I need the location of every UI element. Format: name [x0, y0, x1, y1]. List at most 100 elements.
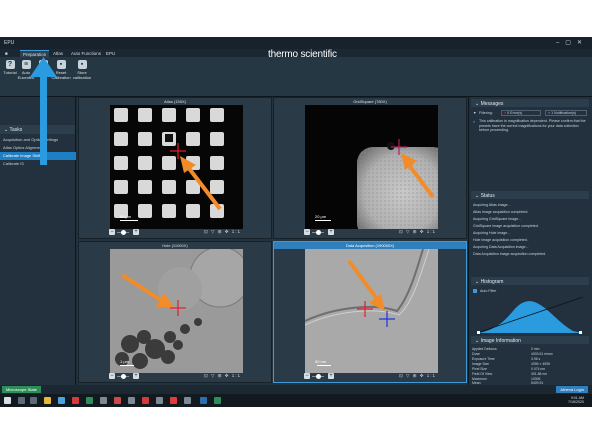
- zoom-in-button[interactable]: +: [328, 373, 334, 379]
- info-value: 0 mm: [531, 347, 540, 351]
- app-icon[interactable]: [142, 397, 149, 404]
- messages-header-label: Messages: [480, 100, 504, 107]
- data-acquisition-image[interactable]: 50 nm: [305, 249, 438, 373]
- tab-atlas[interactable]: Atlas: [50, 50, 66, 57]
- windows-start-icon[interactable]: [4, 397, 11, 404]
- status-line: GridSquare image acquisition completed.: [473, 224, 539, 228]
- scale-label: 1 µm: [120, 359, 129, 364]
- info-value: 301.88 nm: [531, 372, 548, 376]
- app-icon[interactable]: [72, 397, 79, 404]
- hole-image[interactable]: 1 µm: [110, 249, 243, 373]
- viewport-tools[interactable]: ⊡ ▽ ⊞ ✥ 1:1: [399, 229, 436, 235]
- zoom-out-button[interactable]: −: [304, 229, 310, 235]
- viewport-controls: − + ⊡ ▽ ⊞ ✥ 1:1: [304, 229, 436, 236]
- status-line: Atlas image acquisition completed.: [473, 210, 529, 214]
- store-icon: ▪: [77, 60, 87, 69]
- app-icon[interactable]: [184, 397, 191, 404]
- viewport-data-acquisition[interactable]: Data Acquisition (190000X) 50 nm − + ⊡ ▽…: [273, 241, 467, 383]
- atlas-image[interactable]: 50 µm: [110, 105, 243, 229]
- app-icon[interactable]: [156, 397, 163, 404]
- search-icon[interactable]: [18, 397, 25, 404]
- viewport-title: GridSquare (780X): [353, 99, 387, 104]
- viewport-title: Hole (11000X): [162, 243, 188, 248]
- info-label: Image Size: [472, 362, 489, 366]
- epu-window: EPU –▢✕ ■ Preparation Atlas Auto Functio…: [0, 37, 592, 407]
- info-label: Applied Defocus: [472, 347, 497, 351]
- app-icon[interactable]: [200, 397, 207, 404]
- notification-filter-toggle[interactable]: ● 1 Notification(s): [545, 110, 587, 116]
- zoom-out-button[interactable]: −: [304, 373, 310, 379]
- viewport-controls: − + ⊡ ▽ ⊞ ✥ 1:1: [109, 373, 241, 380]
- zoom-slider-knob[interactable]: [316, 230, 321, 235]
- status-header[interactable]: ⌄ Status: [471, 191, 589, 199]
- error-filter-label: 0 Error(s): [507, 111, 523, 115]
- zoom-slider-knob[interactable]: [316, 374, 321, 379]
- zoom-slider-knob[interactable]: [121, 230, 126, 235]
- zoom-slider-knob[interactable]: [121, 374, 126, 379]
- info-value: 0.074 nm: [531, 367, 546, 371]
- clock-date: 7/16/2020: [568, 400, 584, 405]
- store-calibration-button[interactable]: ▪ Store calibration: [72, 60, 92, 80]
- histogram-plot[interactable]: [473, 295, 587, 335]
- scale-label: 20 µm: [315, 214, 327, 219]
- status-bar: Microscope State Athena Login: [0, 385, 592, 394]
- app-title: EPU: [4, 40, 15, 46]
- viewport-gridsquare[interactable]: GridSquare (780X) 20 µm − + ⊡ ▽ ⊞ ✥ 1:1: [273, 97, 467, 239]
- window-controls[interactable]: –▢✕: [556, 39, 588, 46]
- app-icon[interactable]: [86, 397, 93, 404]
- task-view-icon[interactable]: [30, 397, 37, 404]
- zoom-out-button[interactable]: −: [109, 373, 115, 379]
- login-button[interactable]: Athena Login: [556, 386, 588, 393]
- tasks-header-label: Tasks: [9, 127, 23, 133]
- title-bar: EPU –▢✕: [0, 37, 592, 49]
- image-information-header-label: Image Information: [480, 337, 521, 344]
- tutorial-label: Tutorial: [3, 70, 17, 75]
- filtering-label: Filtering:: [479, 111, 493, 115]
- error-filter-toggle[interactable]: ● 0 Error(s): [501, 110, 541, 116]
- zoom-in-button[interactable]: +: [328, 229, 334, 235]
- epu-taskbar-icon[interactable]: [214, 397, 221, 404]
- tab-auto-functions[interactable]: Auto Functions: [68, 50, 104, 57]
- microscope-state-button[interactable]: Microscope State: [2, 386, 41, 393]
- status-line: Acquiring GridSquare image...: [473, 217, 522, 221]
- info-icon: ●: [473, 120, 476, 124]
- scale-bar: [120, 220, 138, 221]
- message-text: This calibration is magnification depend…: [479, 119, 586, 133]
- viewport-tools[interactable]: ⊡ ▽ ⊞ ✥ 1:1: [204, 229, 241, 235]
- zoom-in-button[interactable]: +: [133, 373, 139, 379]
- scale-bar: [315, 220, 331, 221]
- histogram-header[interactable]: ⌄ Histogram: [471, 277, 589, 285]
- scale-label: 50 nm: [315, 359, 327, 364]
- file-explorer-icon[interactable]: [44, 397, 51, 404]
- viewport-hole[interactable]: Hole (11000X) 1 µm − + ⊡ ▽ ⊞ ✥ 1:1: [78, 241, 272, 383]
- viewport-tools[interactable]: ⊡ ▽ ⊞ ✥ 1:1: [204, 373, 241, 379]
- app-menu-icon[interactable]: ■: [2, 50, 11, 57]
- browser-icon[interactable]: [58, 397, 65, 404]
- info-value: 4096 × 4096: [531, 362, 550, 366]
- viewport-controls: − + ⊡ ▽ ⊞ ✥ 1:1: [109, 229, 241, 236]
- auto-filter-label: Auto Filter: [480, 289, 497, 293]
- zoom-in-button[interactable]: +: [133, 229, 139, 235]
- image-information-header[interactable]: ⌄ Image Information: [471, 336, 589, 344]
- messages-header[interactable]: ⌄ Messages: [471, 99, 589, 107]
- system-clock[interactable]: 9:01 AM 7/16/2020: [568, 396, 584, 405]
- viewport-atlas[interactable]: Atlas (155X) 50 µm − + ⊡ ▽ ⊞ ✥ 1:1: [78, 97, 272, 239]
- zoom-out-button[interactable]: −: [109, 229, 115, 235]
- viewport-title: Atlas (155X): [163, 99, 186, 104]
- tab-epu[interactable]: EPU: [103, 50, 118, 57]
- info-label: Field Of View: [472, 372, 493, 376]
- gridsquare-image[interactable]: 20 µm: [305, 105, 438, 229]
- status-line: Data Acquisition image acquisition compl…: [473, 252, 547, 256]
- app-icon[interactable]: [170, 397, 177, 404]
- app-icon[interactable]: [100, 397, 107, 404]
- info-value: 3.96 s: [531, 357, 541, 361]
- app-icon[interactable]: [128, 397, 135, 404]
- taskbar: 9:01 AM 7/16/2020: [0, 394, 592, 407]
- status-header-label: Status: [480, 192, 495, 199]
- app-icon[interactable]: [114, 397, 121, 404]
- store-calibration-label: Store calibration: [72, 70, 92, 80]
- scale-bar: [120, 365, 134, 366]
- viewport-tools[interactable]: ⊡ ▽ ⊞ ✥ 1:1: [399, 373, 436, 379]
- auto-filter-checkbox[interactable]: [473, 289, 477, 293]
- filter-icon: ▼: [473, 111, 477, 115]
